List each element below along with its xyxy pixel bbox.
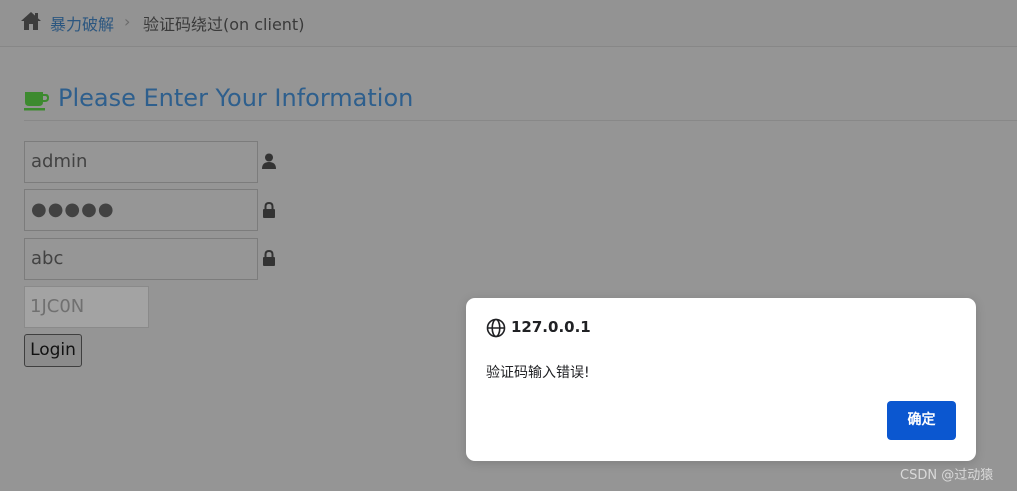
home-icon[interactable]: [20, 11, 42, 31]
page-title: Please Enter Your Information: [58, 84, 414, 112]
alert-dialog: 127.0.0.1 验证码输入错误! 确定: [466, 298, 976, 461]
ok-button[interactable]: 确定: [887, 401, 956, 440]
breadcrumb-link-brute-force[interactable]: 暴力破解: [50, 11, 114, 35]
user-icon: [262, 153, 276, 169]
captcha-input[interactable]: abc: [24, 238, 258, 280]
captcha-code: 1JC0N: [24, 286, 149, 328]
lock-icon: [263, 250, 275, 266]
dialog-message: 验证码输入错误!: [486, 365, 590, 381]
dialog-origin: 127.0.0.1: [511, 318, 591, 336]
breadcrumb-current: 验证码绕过(on client): [143, 15, 305, 34]
page-header: Please Enter Your Information: [24, 84, 1017, 121]
password-input[interactable]: ●●●●●: [24, 189, 258, 231]
watermark: CSDN @过动猿: [900, 468, 994, 483]
globe-icon: [486, 318, 506, 338]
coffee-icon: [24, 92, 49, 111]
breadcrumb-separator: ›: [124, 12, 131, 31]
lock-icon: [263, 202, 275, 218]
login-button[interactable]: Login: [24, 334, 82, 367]
username-input[interactable]: admin: [24, 141, 258, 183]
breadcrumb: 暴力破解 › 验证码绕过(on client): [0, 0, 1017, 47]
